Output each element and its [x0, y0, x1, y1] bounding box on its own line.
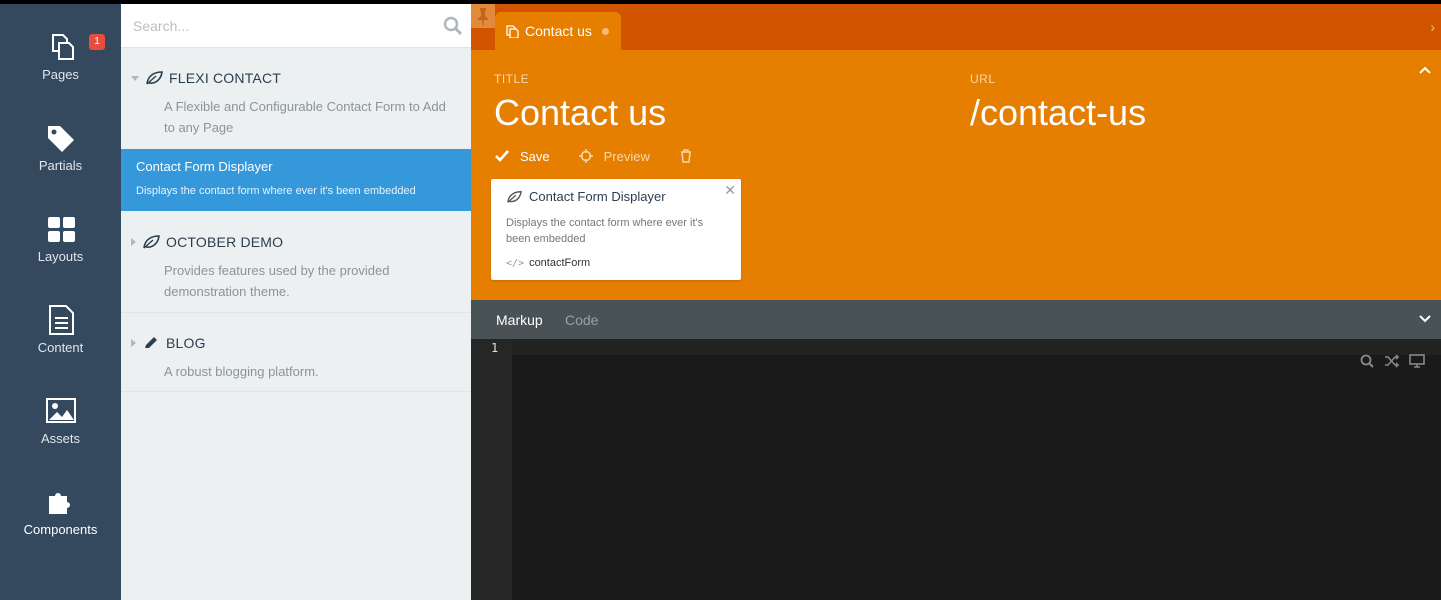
nav-label: Layouts: [37, 249, 84, 264]
leaf-icon: [146, 71, 163, 85]
group-flexi-contact: FLEXI CONTACT A Flexible and Configurabl…: [121, 68, 471, 148]
tab-bar: Contact us ›: [471, 4, 1441, 50]
nav-item-pages[interactable]: 1 Pages: [0, 19, 121, 110]
group-blog: BLOG A robust blogging platform.: [121, 333, 471, 393]
desktop-icon[interactable]: [1409, 353, 1425, 369]
caret-down-icon: [131, 75, 139, 81]
line-gutter: 1: [471, 339, 512, 600]
group-header[interactable]: OCTOBER DEMO: [131, 232, 283, 252]
caret-right-icon: [131, 339, 136, 347]
nav-item-layouts[interactable]: Layouts: [0, 201, 121, 292]
nav-label: Assets: [40, 431, 80, 446]
chevron-down-icon[interactable]: [1419, 315, 1431, 323]
components-panel: FLEXI CONTACT A Flexible and Configurabl…: [121, 4, 471, 600]
component-card[interactable]: ✕ Contact Form Displayer Displays the co…: [491, 179, 741, 280]
alias-value: contactForm: [529, 257, 591, 269]
preview-button[interactable]: Preview: [578, 148, 650, 164]
group-title: BLOG: [166, 335, 206, 351]
tag-icon: [48, 126, 74, 152]
leaf-icon: [507, 190, 522, 203]
title-label: TITLE: [494, 72, 530, 86]
chevron-right-icon[interactable]: ›: [1430, 19, 1435, 35]
component-description: Displays the contact form where ever it'…: [136, 185, 416, 197]
tab-markup[interactable]: Markup: [496, 312, 543, 328]
delete-button[interactable]: [678, 148, 694, 164]
pages-icon: [506, 25, 519, 38]
nav-item-content[interactable]: Content: [0, 292, 121, 383]
group-title: FLEXI CONTACT: [169, 70, 282, 86]
crosshair-icon: [578, 149, 593, 163]
editor-tabs: Markup Code: [471, 300, 1441, 339]
card-title: Contact Form Displayer: [529, 189, 666, 204]
unsaved-indicator: [601, 27, 609, 35]
group-header[interactable]: BLOG: [131, 333, 206, 353]
chevron-up-icon[interactable]: [1419, 66, 1431, 74]
card-header: Contact Form Displayer: [506, 189, 666, 204]
editor-tools: [1350, 353, 1425, 369]
tab-code[interactable]: Code: [565, 312, 598, 328]
nav-item-components[interactable]: Components: [0, 474, 121, 565]
group-title: OCTOBER DEMO: [166, 234, 284, 250]
divider: [121, 312, 471, 313]
nav-label: Partials: [38, 158, 83, 173]
image-icon: [46, 398, 76, 423]
current-line: [512, 339, 1441, 355]
main-editor-area: Contact us › TITLE Contact us URL /conta…: [471, 4, 1441, 600]
close-icon[interactable]: ✕: [724, 182, 736, 199]
trash-icon: [680, 149, 691, 163]
tab-label: Contact us: [525, 23, 592, 39]
check-icon: [495, 150, 509, 162]
url-label: URL: [970, 72, 996, 86]
main-nav: 1 Pages Partials Layouts Content Assets: [0, 4, 121, 600]
url-field[interactable]: /contact-us: [970, 92, 1146, 134]
search-icon[interactable]: [443, 16, 463, 36]
group-header[interactable]: FLEXI CONTACT: [131, 68, 281, 88]
card-description: Displays the contact form where ever it'…: [506, 217, 704, 245]
code-icon: </>: [506, 257, 525, 269]
pages-icon: [52, 34, 74, 60]
search-icon[interactable]: [1359, 353, 1375, 369]
preview-label: Preview: [603, 148, 650, 164]
save-button[interactable]: Save: [494, 148, 550, 164]
code-editor[interactable]: 1: [471, 339, 1441, 600]
group-description: Provides features used by the provided d…: [164, 263, 390, 299]
nav-label: Content: [37, 340, 84, 355]
component-title: Contact Form Displayer: [136, 159, 273, 174]
group-october-demo: OCTOBER DEMO Provides features used by t…: [121, 232, 471, 312]
pencil-icon: [145, 337, 157, 348]
nav-label: Components: [23, 522, 98, 537]
nav-item-partials[interactable]: Partials: [0, 110, 121, 201]
nav-item-assets[interactable]: Assets: [0, 383, 121, 474]
group-description: A robust blogging platform.: [164, 364, 319, 379]
line-number: 1: [491, 341, 499, 355]
search-input[interactable]: [133, 14, 433, 38]
card-alias: </> contactForm: [506, 257, 590, 269]
puzzle-icon: [49, 493, 70, 514]
layouts-icon: [48, 217, 75, 242]
group-description: A Flexible and Configurable Contact Form…: [164, 99, 446, 135]
title-field[interactable]: Contact us: [494, 92, 666, 134]
document-icon: [49, 305, 74, 335]
tab-contact-us[interactable]: Contact us: [495, 12, 621, 50]
shuffle-icon[interactable]: [1384, 353, 1400, 369]
save-label: Save: [520, 148, 550, 164]
search-bar: [121, 4, 471, 48]
nav-label: Pages: [42, 67, 79, 82]
component-item-contact-form-displayer[interactable]: Contact Form Displayer Displays the cont…: [121, 149, 471, 211]
notification-badge: 1: [89, 34, 105, 50]
divider: [121, 391, 471, 392]
caret-right-icon: [131, 238, 136, 246]
toolbar: Save Preview: [494, 146, 722, 166]
pin-icon[interactable]: [471, 4, 495, 28]
leaf-icon: [143, 235, 160, 249]
